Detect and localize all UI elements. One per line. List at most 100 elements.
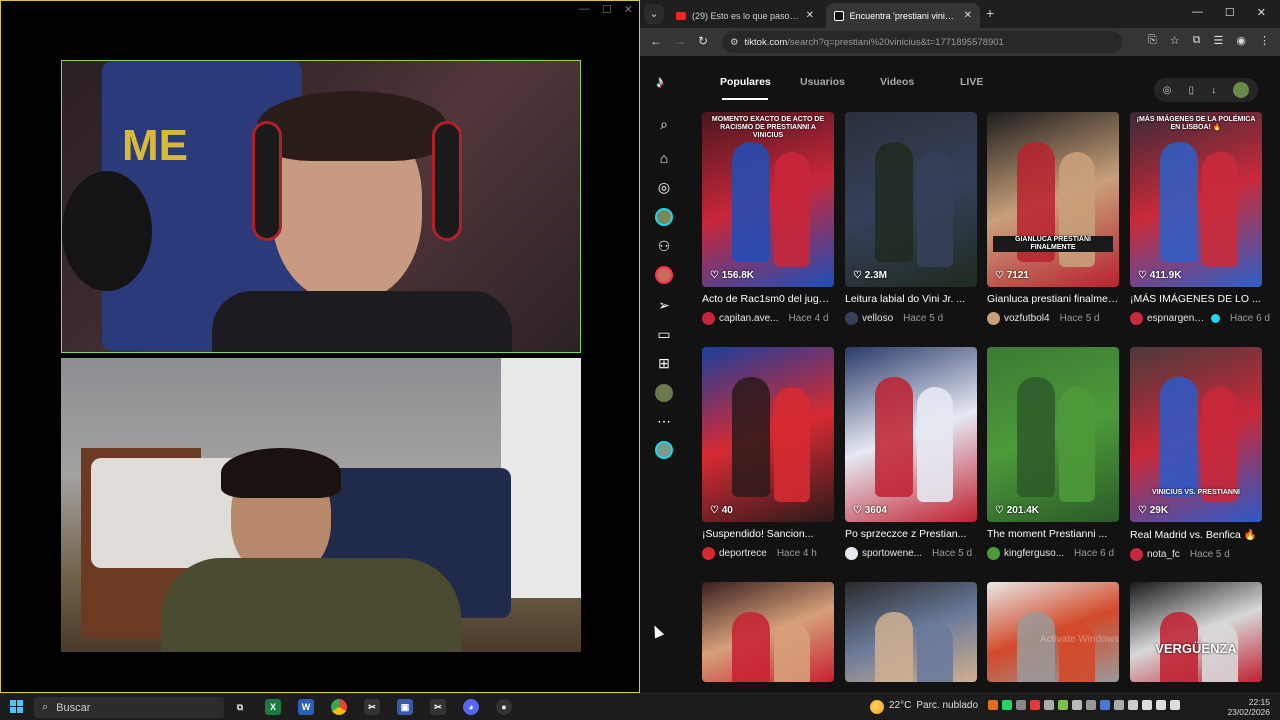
phone-icon[interactable]: ▯ [1189,85,1195,96]
video-card[interactable]: ♡ 201.4K The moment Prestianni ... kingfer… [987,347,1119,560]
video-thumbnail[interactable]: MOMENTO EXACTO DE ACTO DE RACISMO DE PRE… [702,112,834,287]
video-title[interactable]: ¡Suspendido! Sancion... [702,528,834,540]
username[interactable]: nota_fc [1147,549,1180,560]
tray-app-icon[interactable] [1114,700,1124,710]
friends-icon[interactable]: ⚇ [654,236,674,256]
suggested-avatar[interactable] [655,441,673,459]
username[interactable]: capitan.ave... [719,313,778,324]
video-thumbnail[interactable] [702,582,834,682]
user-avatar[interactable] [702,547,715,560]
video-thumbnail[interactable]: VINICIUS VS. PRESTIANNI ♡ 29K [1130,347,1262,522]
username[interactable]: kingferguso... [1004,548,1064,559]
username[interactable]: velloso [862,313,893,324]
tray-app-icon[interactable] [1128,700,1138,710]
video-thumbnail[interactable] [987,582,1119,682]
video-card[interactable]: ¡MÁS IMÁGENES DE LA POLÉMICA EN LISBOA! … [1130,112,1270,325]
username[interactable]: vozfutbol4 [1004,313,1050,324]
video-title[interactable]: Leitura labial do Vini Jr. ... [845,293,977,305]
search-icon[interactable]: ⌕ [654,114,674,134]
explore-icon[interactable]: ◎ [654,177,674,197]
weather-widget[interactable]: 22°C Parc. nublado [870,700,978,714]
video-thumbnail[interactable]: ♡ 3604 [845,347,977,522]
close-icon[interactable]: ✕ [1257,6,1266,19]
video-title[interactable]: Acto de Rac1sm0 del jugador [702,293,834,305]
home-icon[interactable]: ⌂ [654,148,674,168]
user-avatar[interactable] [1233,82,1250,98]
username[interactable]: deportrece [719,548,767,559]
username[interactable]: espnargenti... [1147,313,1207,324]
live-avatar[interactable] [655,266,673,284]
minimize-icon[interactable]: — [1192,6,1203,19]
capcut-icon[interactable]: ✂ [364,699,380,715]
install-app-icon[interactable]: ⎘ [1148,34,1157,47]
chrome-icon[interactable] [331,699,347,715]
tray-app-icon[interactable] [1072,700,1082,710]
tab-live[interactable]: LIVE [960,76,1040,88]
tray-app-icon[interactable] [1100,700,1110,710]
inbox-icon[interactable]: ▭ [654,324,674,344]
forward-icon[interactable]: → [674,34,686,48]
close-tab-icon[interactable]: ✕ [806,10,814,21]
video-thumbnail[interactable]: ♡ 201.4K [987,347,1119,522]
close-icon[interactable]: ✕ [624,3,633,16]
video-title[interactable]: ¡MÁS IMÁGENES DE LO ... [1130,293,1262,305]
reading-list-icon[interactable]: ☰ [1214,34,1224,47]
tray-app-icon[interactable] [1016,700,1026,710]
capcut-icon-2[interactable]: ✂ [430,699,446,715]
tab-populares[interactable]: Populares [720,76,800,88]
tray-app-icon[interactable] [1086,700,1096,710]
tray-app-icon[interactable] [1044,700,1054,710]
download-icon[interactable]: ↓ [1211,85,1216,96]
video-card[interactable] [845,582,977,682]
new-tab-button[interactable]: + [986,5,994,21]
user-avatar[interactable] [1130,548,1143,561]
wifi-icon[interactable] [1142,700,1152,710]
app-icon[interactable]: ▣ [397,699,413,715]
user-avatar[interactable] [987,547,1000,560]
discord-icon[interactable]: ◕ [463,699,479,715]
whatsapp-icon[interactable] [1002,700,1012,710]
video-card[interactable]: MOMENTO EXACTO DE ACTO DE RACISMO DE PRE… [702,112,834,325]
tab-youtube[interactable]: (29) Esto es lo que paso entre V ✕ [668,3,822,28]
user-avatar[interactable] [987,312,1000,325]
video-thumbnail[interactable]: GIANLUCA PRESTIANI FINALMENTE ♡ 7121 [987,112,1119,287]
tray-app-icon[interactable] [1058,700,1068,710]
excel-icon[interactable]: X [265,699,281,715]
tab-search-dropdown[interactable]: ⌄ [644,4,664,24]
maximize-icon[interactable]: ☐ [602,3,612,16]
video-title[interactable]: Po sprzeczce z Prestian... [845,528,977,540]
taskbar-clock[interactable]: 22:15 23/02/2026 [1227,697,1270,717]
video-card[interactable]: ♡ 3604 Po sprzeczce z Prestian... sportowe… [845,347,977,560]
user-avatar[interactable] [1130,312,1143,325]
reload-icon[interactable]: ↻ [698,34,708,48]
tray-app-icon[interactable] [1030,700,1040,710]
address-bar[interactable]: ⚙ tiktok.com/search?q=prestiani%20vinici… [722,31,1122,53]
taskbar-search[interactable]: ⌕ Buscar [34,697,224,718]
close-tab-icon[interactable]: ✕ [964,10,972,21]
video-thumbnail[interactable]: ♡ 2.3M [845,112,977,287]
more-icon[interactable]: ⋯ [654,411,674,431]
volume-icon[interactable] [1156,700,1166,710]
profile-icon[interactable]: ◉ [1236,34,1246,47]
word-icon[interactable]: W [298,699,314,715]
user-avatar[interactable] [702,312,715,325]
user-avatar[interactable] [845,312,858,325]
username[interactable]: sportowene... [862,548,922,559]
menu-icon[interactable]: ⋮ [1259,34,1270,47]
following-avatar[interactable] [655,208,673,226]
bookmark-star-icon[interactable]: ☆ [1170,34,1180,47]
video-card[interactable] [702,582,834,682]
video-thumbnail[interactable]: VERGÜENZA [1130,582,1262,682]
video-title[interactable]: Gianluca prestiani finalmente [987,293,1119,305]
video-thumbnail[interactable] [845,582,977,682]
video-title[interactable]: The moment Prestianni ... [987,528,1119,540]
tab-tiktok[interactable]: Encuentra 'prestiani vinicius' en ✕ [826,3,980,28]
tray-app-icon[interactable] [988,700,998,710]
video-thumbnail[interactable]: ♡ 40 [702,347,834,522]
video-card[interactable]: GIANLUCA PRESTIANI FINALMENTE ♡ 7121 Gianl… [987,112,1119,325]
video-card[interactable]: VINICIUS VS. PRESTIANNI ♡ 29K Real Madrid … [1130,347,1262,561]
battery-icon[interactable] [1170,700,1180,710]
task-view-icon[interactable]: ⧉ [232,699,248,715]
compass-icon[interactable]: ◎ [1163,85,1172,96]
back-icon[interactable]: ← [650,34,662,48]
